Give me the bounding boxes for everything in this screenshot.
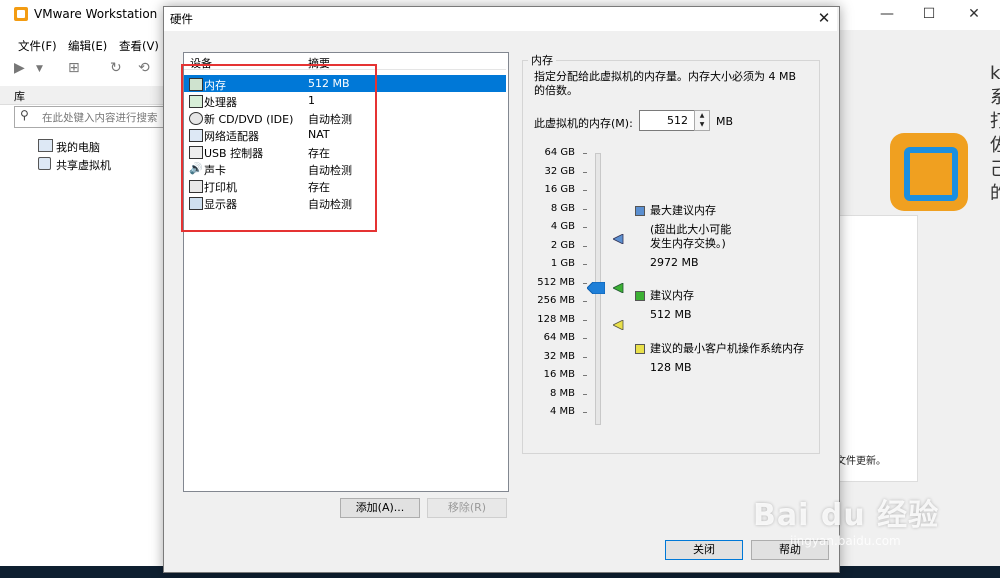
annotation-red-box — [181, 64, 377, 232]
main-window-title: VMware Workstation — [34, 7, 158, 21]
max-recommended-legend-icon — [635, 206, 645, 216]
menu-file[interactable]: 文件(F) — [18, 38, 57, 54]
memory-scale-label: 32 MB — [543, 350, 575, 362]
min-os-label: 建议的最小客户机操作系统内存 — [650, 342, 804, 355]
home-char: 己 — [990, 159, 1000, 180]
snapshot-icon[interactable]: ↻ — [110, 60, 122, 76]
memory-scale-tick — [583, 227, 587, 228]
tree-item-my-computer[interactable]: 我的电脑 — [56, 139, 100, 155]
memory-scale-tick — [583, 356, 587, 358]
computer-icon — [38, 139, 53, 152]
recommended-legend-icon — [635, 291, 645, 301]
library-panel — [0, 86, 168, 546]
vmware-logo-icon — [14, 7, 28, 21]
minimize-icon[interactable]: — — [875, 4, 899, 24]
memory-scale-tick — [583, 264, 587, 265]
spin-down-icon[interactable]: ▼ — [695, 120, 709, 129]
watermark-url: jingyan.baidu.com — [790, 534, 901, 548]
memory-input-value: 512 — [667, 114, 688, 127]
home-info-panel — [836, 215, 918, 482]
memory-scale-tick — [583, 171, 587, 173]
home-update-text: 文件更新。 — [836, 456, 886, 467]
memory-scale-label: 128 MB — [537, 313, 575, 325]
home-char: 的 — [990, 183, 1000, 204]
memory-scale-tick — [583, 190, 587, 191]
min-os-value: 128 MB — [650, 361, 692, 374]
workstation-logo-inner — [904, 147, 958, 201]
memory-scale-label: 16 MB — [543, 369, 575, 380]
search-icon: ⚲ — [20, 108, 29, 122]
home-truncated-text: k 系 打 佐 己 的 — [990, 62, 1000, 206]
library-header — [0, 86, 168, 105]
home-char: 打 — [990, 111, 1000, 132]
memory-scale-tick — [583, 245, 587, 247]
dialog-titlebar — [164, 7, 837, 31]
recommended-value: 512 MB — [650, 308, 692, 321]
memory-input[interactable]: 512 — [639, 110, 695, 131]
recommended-marker — [613, 283, 624, 293]
menu-view[interactable]: 查看(V) — [119, 38, 159, 54]
add-device-button[interactable]: 添加(A)... — [340, 498, 420, 518]
tree-item-shared-vms[interactable]: 共享虚拟机 — [56, 157, 111, 173]
watermark-text: Bai du 经验 — [753, 498, 940, 533]
recommended-label: 建议内存 — [650, 289, 694, 302]
home-char: k — [990, 63, 1000, 84]
revert-icon[interactable]: ⟲ — [138, 60, 150, 76]
memory-scale-label: 64 MB — [543, 332, 575, 343]
memory-scale-label: 32 GB — [544, 165, 575, 177]
max-recommended-label: 最大建议内存 — [650, 204, 716, 217]
max-recommended-marker — [613, 234, 624, 244]
home-char: 佐 — [990, 135, 1000, 156]
memory-unit: MB — [716, 115, 734, 128]
play-icon[interactable]: ▶ — [14, 60, 25, 76]
memory-scale-label: 256 MB — [537, 295, 575, 306]
memory-description: 指定分配给此虚拟机的内存量。内存大小必须为 4 MB 的倍数。 — [534, 70, 797, 97]
memory-scale-label: 8 GB — [550, 202, 575, 214]
memory-scale-label: 4 MB — [549, 406, 575, 417]
maximize-icon[interactable]: ☐ — [917, 4, 941, 24]
max-recommended-value: 2972 MB — [650, 256, 699, 269]
memory-scale-tick — [583, 375, 587, 376]
memory-scale-tick — [583, 153, 587, 154]
memory-scale-tick — [583, 338, 587, 339]
memory-scale-label: 4 GB — [550, 221, 575, 232]
memory-slider-thumb[interactable] — [587, 282, 605, 294]
memory-scale-tick — [583, 208, 587, 210]
memory-scale-label: 8 MB — [549, 387, 575, 399]
dialog-title: 硬件 — [170, 12, 193, 26]
memory-scale-label: 512 MB — [537, 276, 575, 288]
memory-scale-tick — [583, 393, 587, 395]
shared-vm-icon — [38, 157, 51, 170]
max-recommended-note: 发生内存交换。) — [650, 237, 726, 250]
home-char: 系 — [990, 87, 1000, 108]
memory-field-label: 此虚拟机的内存(M): — [534, 117, 633, 130]
main-close-icon[interactable]: ✕ — [962, 4, 986, 24]
library-search-placeholder: 在此处键入内容进行搜索 — [42, 112, 158, 124]
memory-scale-tick — [583, 412, 587, 413]
memory-scale-label: 1 GB — [550, 258, 575, 269]
memory-scale-tick — [583, 301, 587, 302]
vm-icon[interactable]: ⊞ — [68, 60, 80, 76]
memory-scale-tick — [583, 319, 587, 321]
close-button[interactable]: 关闭 — [665, 540, 743, 560]
memory-scale-label: 2 GB — [550, 239, 575, 251]
memory-group-title: 内存 — [528, 52, 556, 68]
memory-scale-label: 16 GB — [544, 184, 575, 195]
min-os-legend-icon — [635, 344, 645, 354]
memory-scale-label: 64 GB — [544, 147, 575, 158]
library-title: 库 — [14, 90, 25, 103]
remove-device-button[interactable]: 移除(R) — [427, 498, 507, 518]
menu-edit[interactable]: 编辑(E) — [68, 38, 107, 54]
memory-spinner[interactable]: ▲ ▼ — [694, 110, 710, 131]
min-os-marker — [613, 320, 624, 330]
play-dropdown-icon[interactable]: ▼ — [36, 64, 43, 74]
dialog-close-icon[interactable]: ✕ — [814, 9, 834, 27]
spin-up-icon[interactable]: ▲ — [695, 111, 709, 120]
